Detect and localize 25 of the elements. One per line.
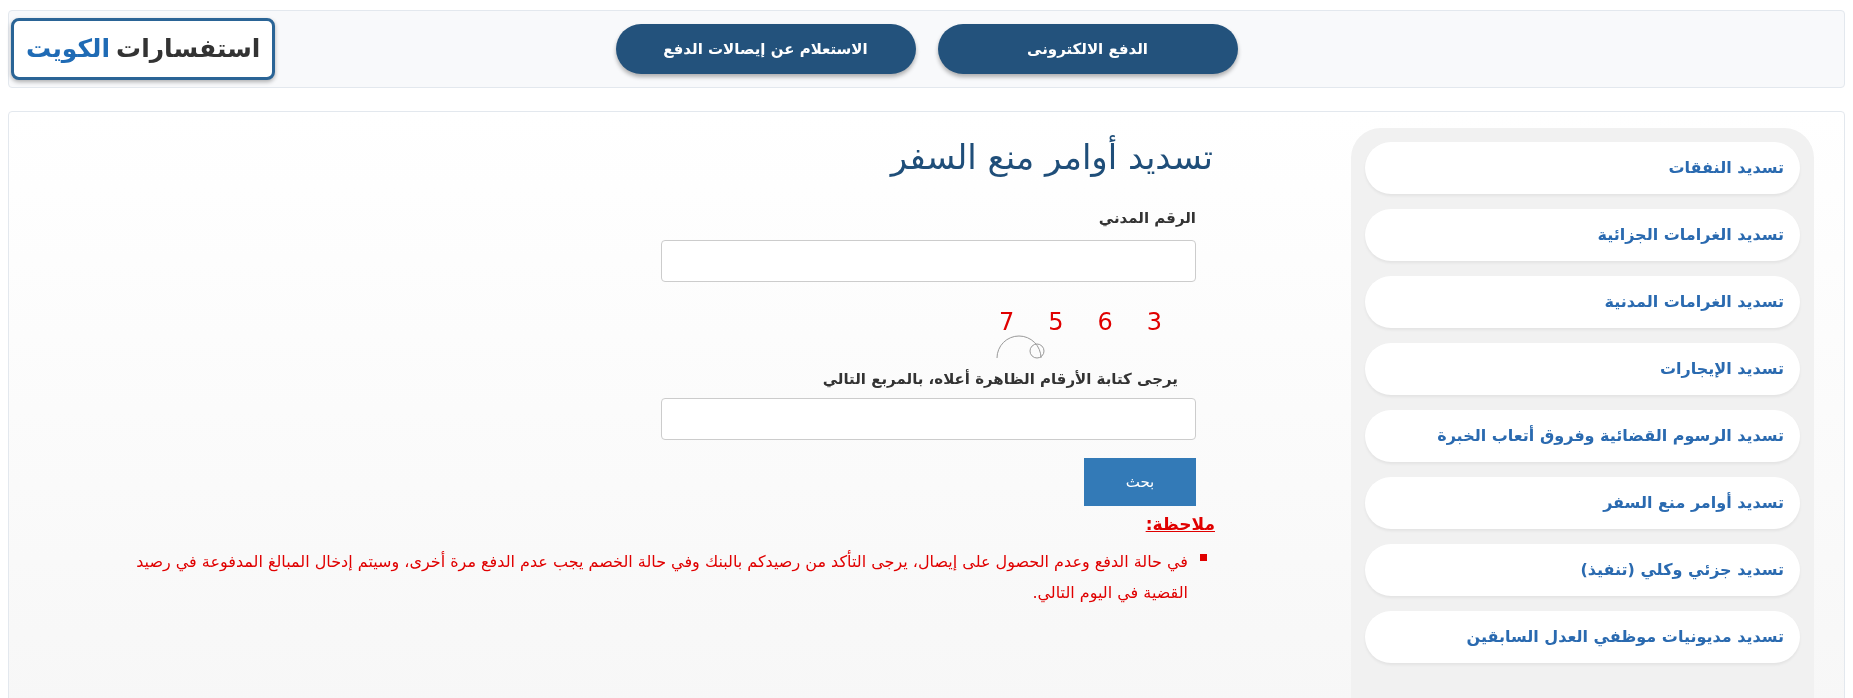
site-logo[interactable]: استفسارات الكويت	[11, 18, 276, 80]
captcha-digit: 3	[1146, 309, 1162, 334]
sidebar-link[interactable]: تسديد النفقات	[1365, 142, 1800, 194]
captcha-field[interactable]	[661, 398, 1196, 440]
note-title: ملاحظة:	[1145, 513, 1215, 536]
search-button[interactable]: بحث	[1084, 458, 1196, 506]
captcha-noise-drawing	[996, 334, 1045, 359]
sidebar-link[interactable]: تسديد مديونيات موظفي العدل السابقين	[1365, 611, 1800, 663]
sidebar-link[interactable]: تسديد الرسوم القضائية وفروق أتعاب الخبرة	[1365, 410, 1800, 462]
field-label: الرقم المدني	[1098, 208, 1196, 229]
bullet-icon	[1200, 553, 1207, 561]
captcha-digit: 6	[1097, 309, 1113, 334]
field-label: يرجى كتابة الأرقام الظاهرة أعلاه، بالمربع التالي	[822, 368, 1178, 390]
captcha-digit: 7	[998, 309, 1015, 334]
captcha-digit: 5	[1048, 309, 1064, 334]
civil-id-field[interactable]	[661, 239, 1196, 282]
sidebar-link[interactable]: تسديد الغرامات الجزائية	[1365, 209, 1800, 261]
sidebar-link[interactable]: تسديد الغرامات المدنية	[1365, 276, 1800, 328]
note-text: في حالة الدفع وعدم الحصول على إيصال، يرجى التأكد من رصيدكم بالبنك وفي حالة الخصم يجب عدم الدفع مرة أخرى، وسيتم إدخال المبالغ المدفوعة في رصيد القضية في اليوم التالي.	[135, 549, 1188, 605]
sidebar-link[interactable]: تسديد جزئي وكلي (تنفيذ)	[1365, 544, 1800, 596]
sidebar-link[interactable]: تسديد أوامر منع السفر	[1365, 477, 1800, 529]
sidebar-link[interactable]: تسديد الإيجارات	[1365, 343, 1800, 395]
page-title: تسديد أوامر منع السفر	[890, 134, 1213, 179]
nav-button[interactable]: الاستعلام عن إيصالات الدفع	[615, 24, 916, 74]
nav-button[interactable]: الدفع الالكترونى	[937, 24, 1238, 74]
